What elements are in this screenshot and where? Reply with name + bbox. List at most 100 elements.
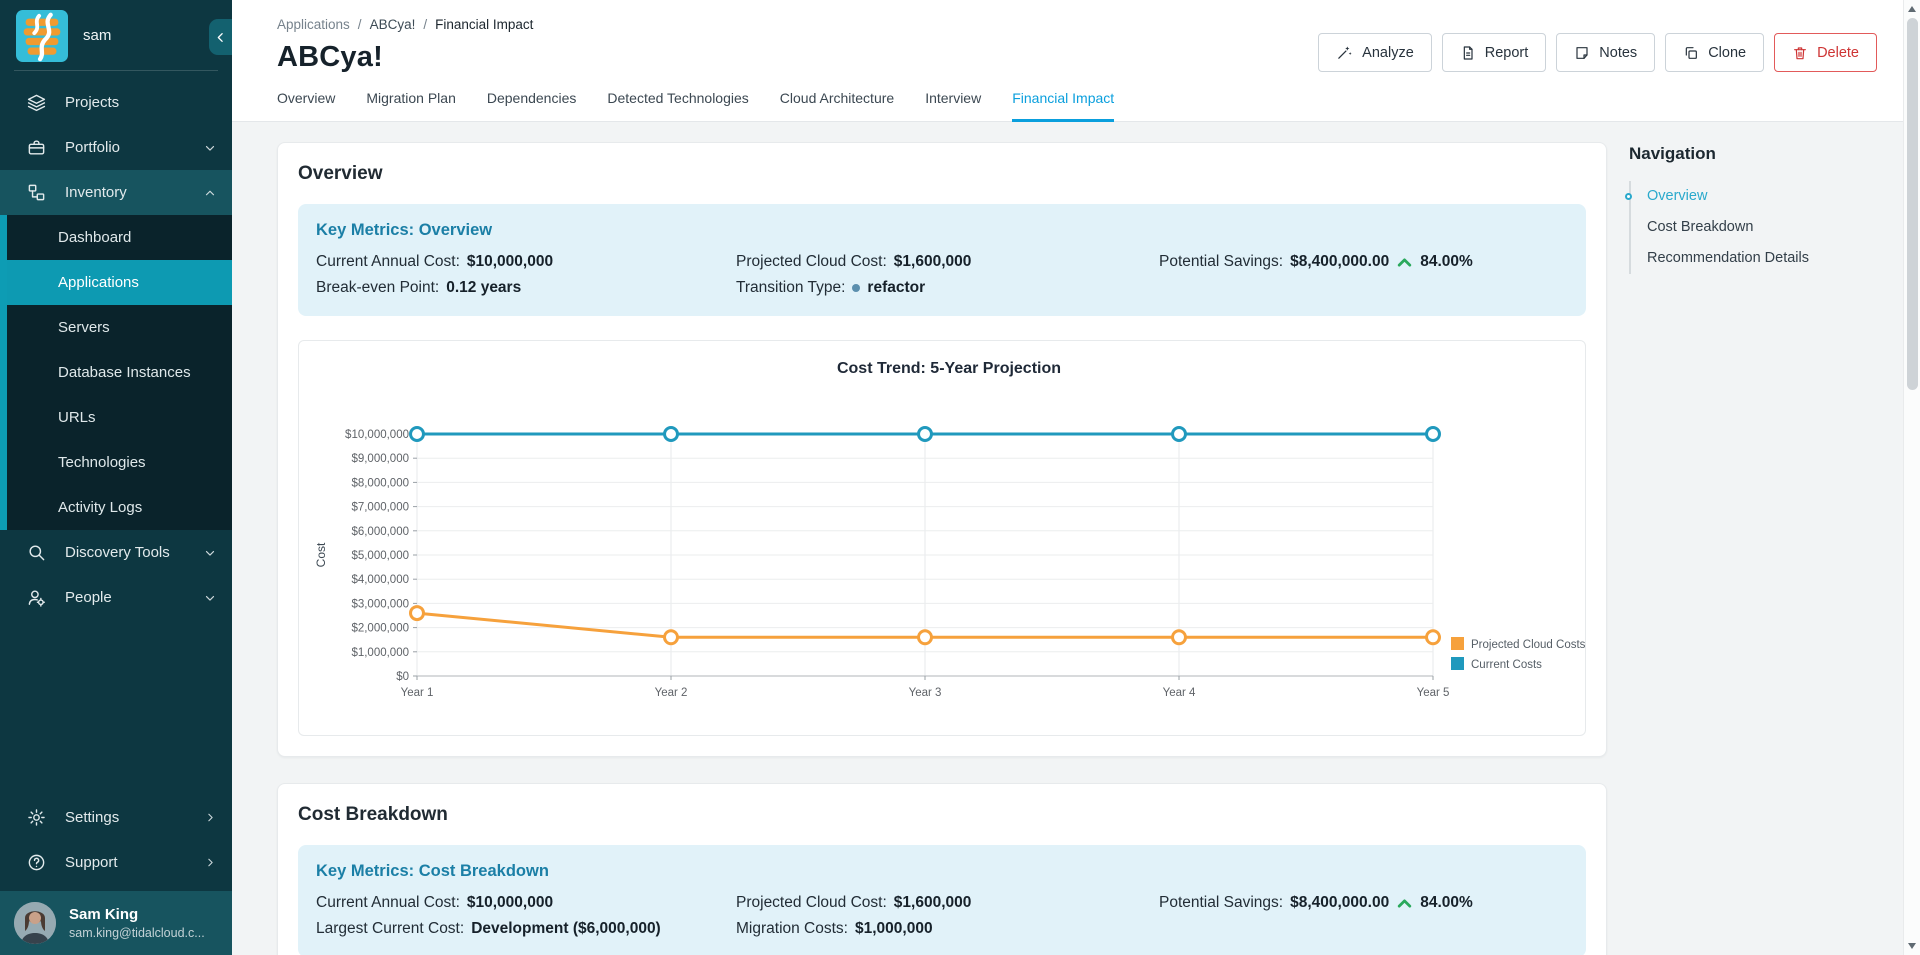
svg-text:$0: $0 <box>396 671 409 683</box>
page-navigation-panel: Navigation Overview Cost Breakdown Recom… <box>1629 142 1881 274</box>
page-nav-item-recommendation-details[interactable]: Recommendation Details <box>1631 243 1881 274</box>
svg-text:$9,000,000: $9,000,000 <box>351 453 409 465</box>
sidebar-item-label: Dashboard <box>58 229 131 246</box>
breadcrumb-applications[interactable]: Applications <box>277 17 350 32</box>
sidebar-item-label: Support <box>65 854 118 871</box>
sidebar-item-activity-logs[interactable]: Activity Logs <box>7 485 232 530</box>
key-metrics-overview-title: Key Metrics: Overview <box>316 221 1568 240</box>
cost-breakdown-metrics-grid: Current Annual Cost:$10,000,000 Projecte… <box>316 894 1568 938</box>
metric-largest-current-cost: Largest Current Cost:Development ($6,000… <box>316 920 736 938</box>
sidebar-item-label: Projects <box>65 94 119 111</box>
content-area: Overview Key Metrics: Overview Current A… <box>232 122 1903 955</box>
tab-overview[interactable]: Overview <box>277 90 335 122</box>
chevron-right-icon <box>204 856 217 869</box>
svg-text:Year 4: Year 4 <box>1163 687 1196 699</box>
sidebar-collapse-button[interactable] <box>209 19 232 55</box>
analyze-button[interactable]: Analyze <box>1318 33 1432 72</box>
scrollbar-down-arrow[interactable] <box>1908 943 1916 949</box>
svg-text:$10,000,000: $10,000,000 <box>345 429 409 441</box>
svg-text:Cost Trend: 5-Year Projection: Cost Trend: 5-Year Projection <box>837 360 1061 377</box>
profile-name: Sam King <box>69 906 205 923</box>
scrollbar-up-arrow[interactable] <box>1908 6 1916 12</box>
metric-potential-savings: Potential Savings:$8,400,000.00 84.00% <box>1159 894 1568 912</box>
report-button[interactable]: Report <box>1442 33 1547 72</box>
analyze-label: Analyze <box>1362 45 1414 61</box>
tab-financial-impact[interactable]: Financial Impact <box>1012 90 1114 122</box>
sidebar-item-people[interactable]: People <box>0 575 232 620</box>
breadcrumb-separator: / <box>358 17 362 32</box>
hierarchy-icon <box>27 183 46 202</box>
sidebar-item-urls[interactable]: URLs <box>7 395 232 440</box>
sidebar: sam Projects Portfolio Inventory Dashboa… <box>0 0 232 955</box>
user-profile[interactable]: Sam King sam.king@tidalcloud.c... <box>0 891 232 955</box>
tab-detected-technologies[interactable]: Detected Technologies <box>607 90 748 122</box>
sidebar-item-projects[interactable]: Projects <box>0 80 232 125</box>
tab-migration-plan[interactable]: Migration Plan <box>366 90 456 122</box>
sidebar-item-applications[interactable]: Applications <box>7 260 232 305</box>
sidebar-item-label: Inventory <box>65 184 127 201</box>
caret-up-icon <box>1396 895 1413 912</box>
sidebar-item-label: Portfolio <box>65 139 120 156</box>
tab-cloud-architecture[interactable]: Cloud Architecture <box>780 90 894 122</box>
briefcase-icon <box>27 138 46 157</box>
notes-label: Notes <box>1599 45 1637 61</box>
page-navigation-list: Overview Cost Breakdown Recommendation D… <box>1629 181 1881 274</box>
inventory-submenu: Dashboard Applications Servers Database … <box>0 215 232 530</box>
sidebar-item-portfolio[interactable]: Portfolio <box>0 125 232 170</box>
report-document-icon <box>1460 45 1476 61</box>
svg-text:Cost: Cost <box>314 542 328 567</box>
sidebar-item-label: Discovery Tools <box>65 544 170 561</box>
tab-dependencies[interactable]: Dependencies <box>487 90 577 122</box>
svg-text:$2,000,000: $2,000,000 <box>351 623 409 635</box>
clone-icon <box>1683 45 1699 61</box>
vertical-scrollbar[interactable] <box>1903 0 1920 955</box>
svg-text:$4,000,000: $4,000,000 <box>351 574 409 586</box>
svg-text:Current Costs: Current Costs <box>1471 659 1542 671</box>
svg-text:Year 5: Year 5 <box>1417 687 1450 699</box>
sidebar-item-discovery-tools[interactable]: Discovery Tools <box>0 530 232 575</box>
svg-text:$1,000,000: $1,000,000 <box>351 647 409 659</box>
sidebar-item-support[interactable]: Support <box>0 840 232 885</box>
page-header: Applications / ABCya! / Financial Impact… <box>232 0 1903 122</box>
breadcrumb: Applications / ABCya! / Financial Impact <box>277 17 1903 32</box>
sidebar-item-label: Servers <box>58 319 110 336</box>
people-gear-icon <box>27 588 46 607</box>
transition-type-dot <box>852 284 860 292</box>
note-icon <box>1574 45 1590 61</box>
sidebar-item-settings[interactable]: Settings <box>0 795 232 840</box>
sidebar-item-label: Activity Logs <box>58 499 142 516</box>
chevron-up-icon <box>203 186 217 200</box>
workspace-switcher[interactable]: sam <box>0 0 232 71</box>
svg-text:$7,000,000: $7,000,000 <box>351 502 409 514</box>
trash-icon <box>1792 45 1808 61</box>
tab-interview[interactable]: Interview <box>925 90 981 122</box>
page-nav-item-cost-breakdown[interactable]: Cost Breakdown <box>1631 212 1881 243</box>
clone-button[interactable]: Clone <box>1665 33 1764 72</box>
sidebar-item-database-instances[interactable]: Database Instances <box>7 350 232 395</box>
key-metrics-cost-breakdown-panel: Key Metrics: Cost Breakdown Current Annu… <box>298 845 1586 955</box>
notes-button[interactable]: Notes <box>1556 33 1655 72</box>
delete-button[interactable]: Delete <box>1774 33 1877 72</box>
chevron-left-icon <box>214 31 227 44</box>
breadcrumb-app[interactable]: ABCya! <box>370 17 416 32</box>
page-nav-item-overview[interactable]: Overview <box>1631 181 1881 212</box>
help-icon <box>27 853 46 872</box>
sidebar-item-servers[interactable]: Servers <box>7 305 232 350</box>
metric-current-annual-cost: Current Annual Cost:$10,000,000 <box>316 894 736 912</box>
breadcrumb-separator: / <box>423 17 427 32</box>
sidebar-item-dashboard[interactable]: Dashboard <box>7 215 232 260</box>
chevron-down-icon <box>203 546 217 560</box>
caret-up-icon <box>1396 254 1413 271</box>
report-label: Report <box>1485 45 1529 61</box>
metric-potential-savings: Potential Savings:$8,400,000.00 84.00% <box>1159 253 1568 271</box>
sidebar-item-inventory[interactable]: Inventory <box>0 170 232 215</box>
cost-trend-chart-card: $0 $1,000,000 $2,000,000 $3,000,000 $4,000,0… <box>298 340 1586 736</box>
scrollbar-thumb[interactable] <box>1907 18 1918 390</box>
metric-transition-type: Transition Type:refactor <box>736 279 1159 297</box>
gear-icon <box>27 808 46 827</box>
sidebar-item-label: People <box>65 589 112 606</box>
sidebar-item-technologies[interactable]: Technologies <box>7 440 232 485</box>
cost-breakdown-heading: Cost Breakdown <box>298 804 1586 826</box>
svg-text:$3,000,000: $3,000,000 <box>351 598 409 610</box>
sidebar-item-label: Technologies <box>58 454 146 471</box>
